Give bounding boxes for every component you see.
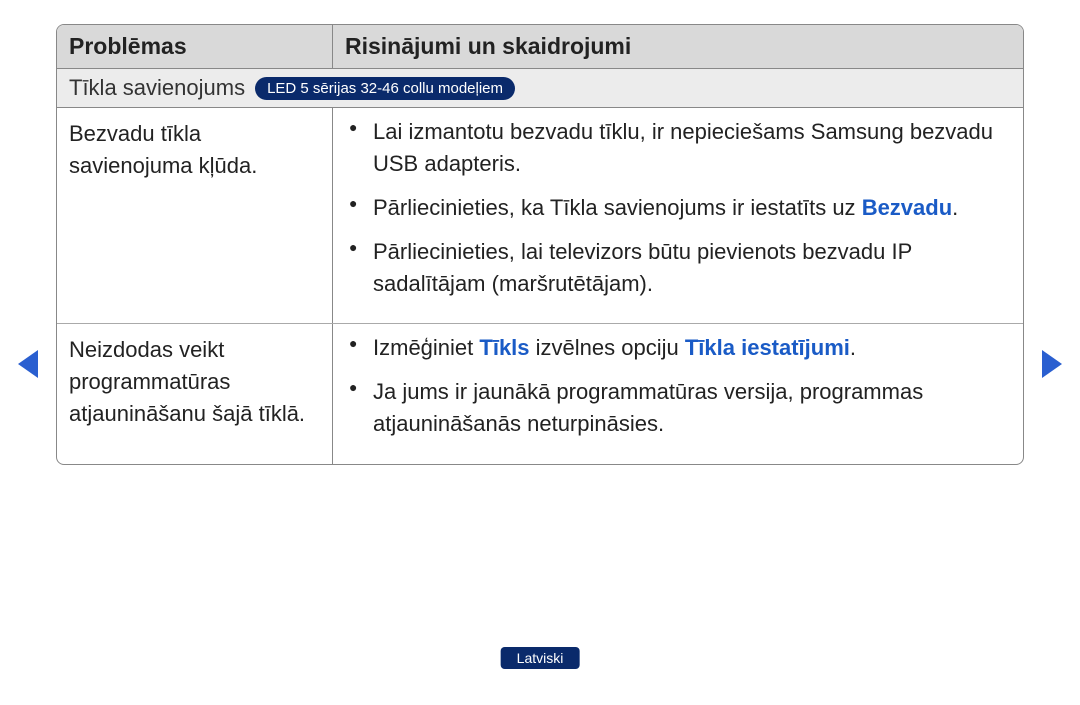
list-item: Pārliecinieties, lai televizors būtu pie… [373,236,1011,300]
problem-cell: Bezvadu tīkla savienojuma kļūda. [57,108,333,323]
troubleshooting-table: Problēmas Risinājumi un skaidrojumi Tīkl… [56,24,1024,465]
next-page-arrow[interactable] [1042,350,1062,378]
table-row: Bezvadu tīkla savienojuma kļūda. Lai izm… [57,108,1023,324]
solutions-cell: Lai izmantotu bezvadu tīklu, ir nepiecie… [333,108,1023,323]
solutions-cell: Izmēģiniet Tīkls izvēlnes opciju Tīkla i… [333,324,1023,464]
header-solutions: Risinājumi un skaidrojumi [333,25,1023,68]
header-problems: Problēmas [57,25,333,68]
list-item: Ja jums ir jaunākā programmatūras versij… [373,376,1011,440]
language-badge: Latviski [501,647,580,669]
section-title: Tīkla savienojums [69,75,245,101]
list-item: Lai izmantotu bezvadu tīklu, ir nepiecie… [373,116,1011,180]
problem-cell: Neizdodas veikt programmatūras atjauninā… [57,324,333,464]
list-item: Pārliecinieties, ka Tīkla savienojums ir… [373,192,1011,224]
table-row: Neizdodas veikt programmatūras atjauninā… [57,324,1023,464]
table-header-row: Problēmas Risinājumi un skaidrojumi [57,25,1023,69]
section-row: Tīkla savienojums LED 5 sērijas 32-46 co… [57,69,1023,108]
list-item: Izmēģiniet Tīkls izvēlnes opciju Tīkla i… [373,332,1011,364]
model-badge: LED 5 sērijas 32-46 collu modeļiem [255,77,515,100]
prev-page-arrow[interactable] [18,350,38,378]
